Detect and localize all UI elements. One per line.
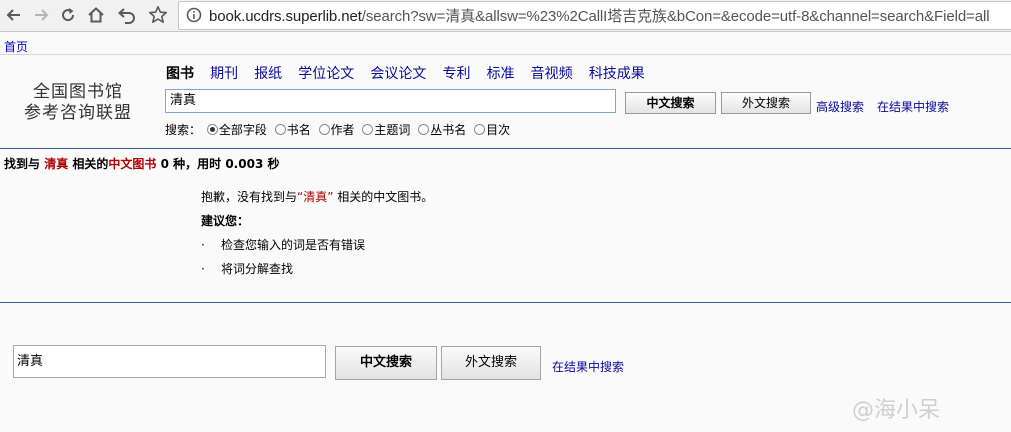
scope-title-radio[interactable]: 书名 — [274, 121, 311, 138]
address-bar[interactable]: book.ucdrs.superlib.net/search?sw=清真&all… — [178, 1, 1011, 30]
result-category: 中文图书 — [108, 157, 157, 171]
tab-theses[interactable]: 学位论文 — [298, 63, 354, 83]
site-logo[interactable]: 全国图书馆 参考咨询联盟 — [22, 82, 134, 124]
logo-line-2: 参考咨询联盟 — [24, 103, 132, 123]
tab-newspapers[interactable]: 报纸 — [254, 63, 282, 83]
tip-item: · 检查您输入的词是否有错误 — [201, 238, 366, 252]
bottom-chinese-search-button[interactable]: 中文搜索 — [335, 346, 437, 380]
home-icon[interactable] — [84, 3, 108, 27]
top-divider — [0, 54, 1011, 55]
tab-research-results[interactable]: 科技成果 — [589, 63, 645, 83]
scope-toc-radio[interactable]: 目次 — [474, 121, 510, 138]
result-keyword: 清真 — [44, 157, 69, 171]
bottom-search-input[interactable]: 清真 — [13, 345, 326, 378]
foreign-search-button[interactable]: 外文搜索 — [721, 92, 811, 114]
result-prefix: 找到与 — [4, 157, 41, 171]
tip-item: · 将词分解查找 — [201, 262, 294, 276]
result-middle: 相关的 — [72, 157, 109, 171]
watermark: @海小呆 — [852, 398, 941, 423]
url-text: book.ucdrs.superlib.net/search?sw=清真&all… — [209, 5, 990, 26]
bottom-search-within-link[interactable]: 在结果中搜索 — [552, 358, 624, 375]
channel-tabs: 图书 期刊 报纸 学位论文 会议论文 专利 标准 音视频 科技成果 — [166, 63, 656, 83]
tab-books[interactable]: 图书 — [166, 63, 194, 83]
tab-patents[interactable]: 专利 — [442, 63, 470, 83]
tab-journals[interactable]: 期刊 — [210, 63, 238, 83]
browser-toolbar: book.ucdrs.superlib.net/search?sw=清真&all… — [0, 0, 1011, 32]
result-summary: 找到与 清真 相关的中文图书 0 种，用时 0.003 秒 — [4, 155, 279, 172]
header-divider — [0, 148, 1011, 149]
url-host: book.ucdrs.superlib.net — [209, 8, 362, 25]
reload-icon[interactable] — [56, 3, 80, 27]
scope-series-radio[interactable]: 丛书名 — [418, 121, 466, 138]
logo-line-1: 全国图书馆 — [33, 82, 123, 102]
tab-conference-papers[interactable]: 会议论文 — [370, 63, 426, 83]
chinese-search-button[interactable]: 中文搜索 — [625, 92, 716, 114]
scope-subject-radio[interactable]: 主题词 — [362, 121, 410, 138]
scope-author-radio[interactable]: 作者 — [318, 121, 355, 138]
tab-audio-video[interactable]: 音视频 — [531, 63, 573, 83]
info-icon[interactable] — [186, 7, 202, 27]
result-count: 0 种，用时 0.003 秒 — [160, 157, 280, 171]
advanced-search-link[interactable]: 高级搜索 — [816, 98, 864, 115]
no-result-message: 抱歉，没有找到与“清真” 相关的中文图书。 建议您： · 检查您输入的词是否有错误… — [201, 185, 433, 281]
scope-label: 搜索： — [165, 123, 202, 137]
tab-standards[interactable]: 标准 — [487, 63, 515, 83]
undo-icon[interactable] — [115, 3, 139, 27]
scope-all-fields-radio[interactable]: 全部字段 — [206, 121, 267, 138]
bottom-foreign-search-button[interactable]: 外文搜索 — [441, 346, 541, 380]
url-path: /search?sw=清真&allsw=%23%2CallI塔吉克族&bCon=… — [361, 8, 990, 25]
bookmark-star-icon[interactable] — [146, 3, 170, 27]
sorry-keyword: “清真” — [297, 190, 334, 204]
search-input[interactable]: 清真 — [165, 89, 616, 113]
suggest-title: 建议您： — [201, 214, 250, 228]
results-divider — [0, 302, 1011, 303]
search-scope: 搜索： 全部字段 书名 作者 主题词 丛书名 目次 — [165, 121, 514, 138]
back-icon[interactable] — [2, 3, 26, 27]
sorry-line: 抱歉，没有找到与“清真” 相关的中文图书。 — [201, 190, 434, 204]
forward-icon[interactable] — [29, 3, 53, 27]
page-content: 首页 全国图书馆 参考咨询联盟 图书 期刊 报纸 学位论文 会议论文 专利 标准… — [0, 32, 1011, 432]
home-link[interactable]: 首页 — [4, 38, 28, 55]
search-within-results-link[interactable]: 在结果中搜索 — [877, 98, 949, 115]
